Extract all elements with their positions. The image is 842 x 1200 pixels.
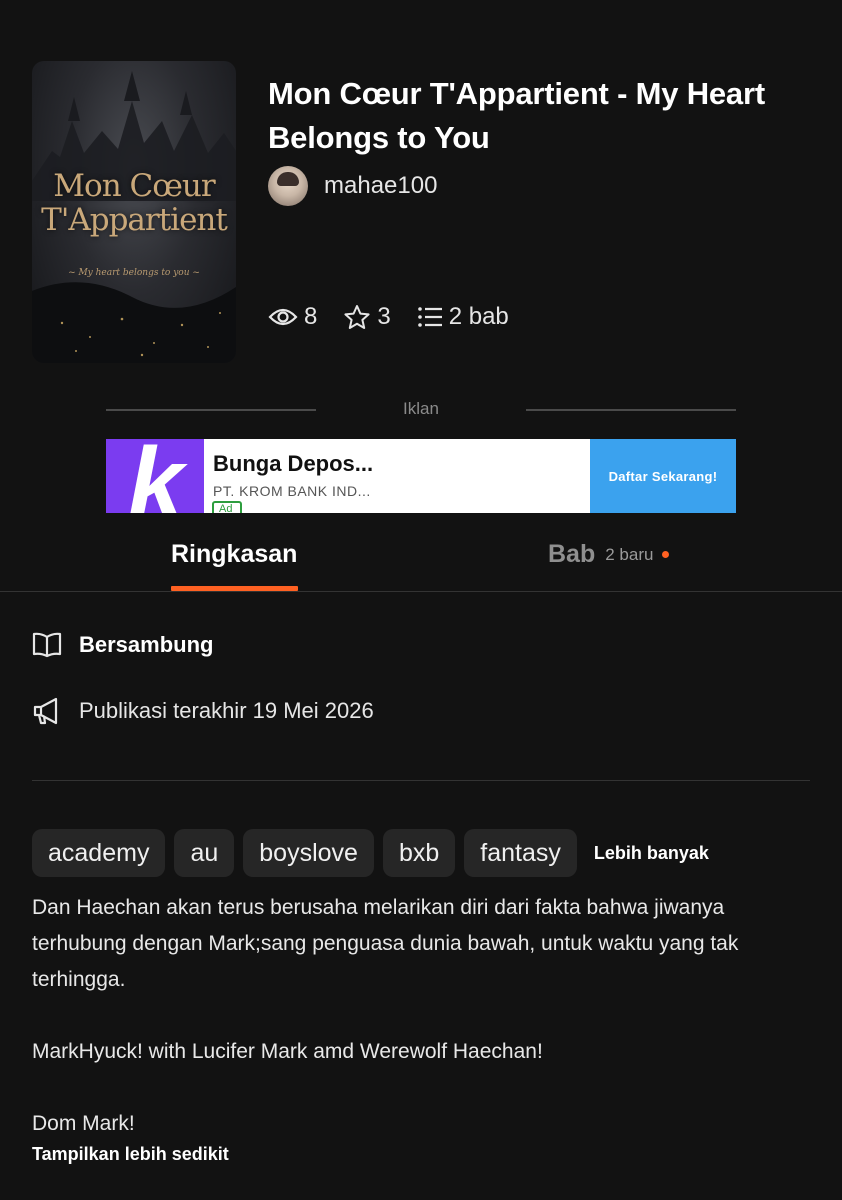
megaphone-icon (33, 697, 58, 725)
tab-bar: Ringkasan Bab 2 baru (0, 522, 842, 592)
tag-chip[interactable]: fantasy (464, 829, 577, 877)
ad-banner[interactable]: k Bunga Depos... PT. KROM BANK IND... Ad… (106, 439, 736, 513)
last-published: Publikasi terakhir 19 Mei 2026 (32, 696, 374, 726)
open-book-icon (32, 632, 62, 658)
story-stats: 8 3 2 bab (268, 303, 535, 331)
reads-count: 8 (304, 303, 318, 330)
ad-divider-right (526, 409, 736, 411)
ad-advertiser[interactable]: PT. KROM BANK IND... (213, 483, 371, 499)
tag-chip[interactable]: boyslove (243, 829, 374, 877)
ad-badge: Ad (212, 501, 242, 513)
advertiser-logo[interactable]: k (106, 439, 204, 513)
star-icon (344, 305, 370, 329)
chapters-stat: 2 bab (417, 303, 509, 331)
ad-title[interactable]: Bunga Depos... (213, 451, 373, 477)
show-less-button[interactable]: Tampilkan lebih sedikit (32, 1144, 229, 1165)
story-cover[interactable]: Mon Cœur T'Appartient ~ My heart belongs… (32, 61, 236, 363)
tag-chip[interactable]: academy (32, 829, 166, 877)
last-published-text: Publikasi terakhir 19 Mei 2026 (79, 698, 374, 723)
new-chapters-count: 2 baru (605, 544, 654, 564)
description-paragraph: MarkHyuck! with Lucifer Mark amd Werewol… (32, 1040, 543, 1063)
reads-stat: 8 (268, 303, 317, 331)
author-avatar[interactable] (268, 166, 308, 206)
votes-stat: 3 (343, 303, 391, 331)
tab-summary[interactable]: Ringkasan (171, 540, 297, 569)
tag-list: academy au boyslove bxb fantasy Lebih ba… (32, 829, 709, 877)
cover-title: Mon Cœur T'Appartient (41, 168, 228, 238)
new-indicator-dot (662, 551, 670, 558)
ad-cta-button[interactable]: Daftar Sekarang! (590, 439, 736, 513)
tab-chapters[interactable]: Bab 2 baru (548, 540, 670, 569)
chapters-count: 2 bab (448, 303, 509, 330)
story-status: Bersambung (32, 632, 213, 658)
ad-label-row: Iklan (106, 398, 736, 422)
section-divider (32, 780, 810, 781)
cover-subtitle: ~ My heart belongs to you ~ (68, 268, 200, 278)
story-title: Mon Cœur T'Appartient - My Heart Belongs… (268, 76, 765, 155)
tab-chapters-label: Bab (548, 540, 596, 568)
story-description: Dan Haechan akan terus berusaha melarika… (32, 890, 822, 1142)
tag-chip[interactable]: au (174, 829, 235, 877)
description-paragraph: Dom Mark! (32, 1112, 135, 1135)
status-text: Bersambung (79, 632, 214, 657)
votes-count: 3 (377, 303, 391, 330)
author-link[interactable]: mahae100 (268, 166, 437, 206)
description-paragraph: Dan Haechan akan terus berusaha melarika… (32, 896, 739, 991)
active-tab-indicator (171, 586, 298, 591)
eye-icon (268, 308, 298, 326)
tag-chip[interactable]: bxb (382, 829, 456, 877)
author-name[interactable]: mahae100 (324, 172, 437, 200)
list-icon (417, 307, 442, 327)
more-tags-button[interactable]: Lebih banyak (594, 843, 709, 864)
